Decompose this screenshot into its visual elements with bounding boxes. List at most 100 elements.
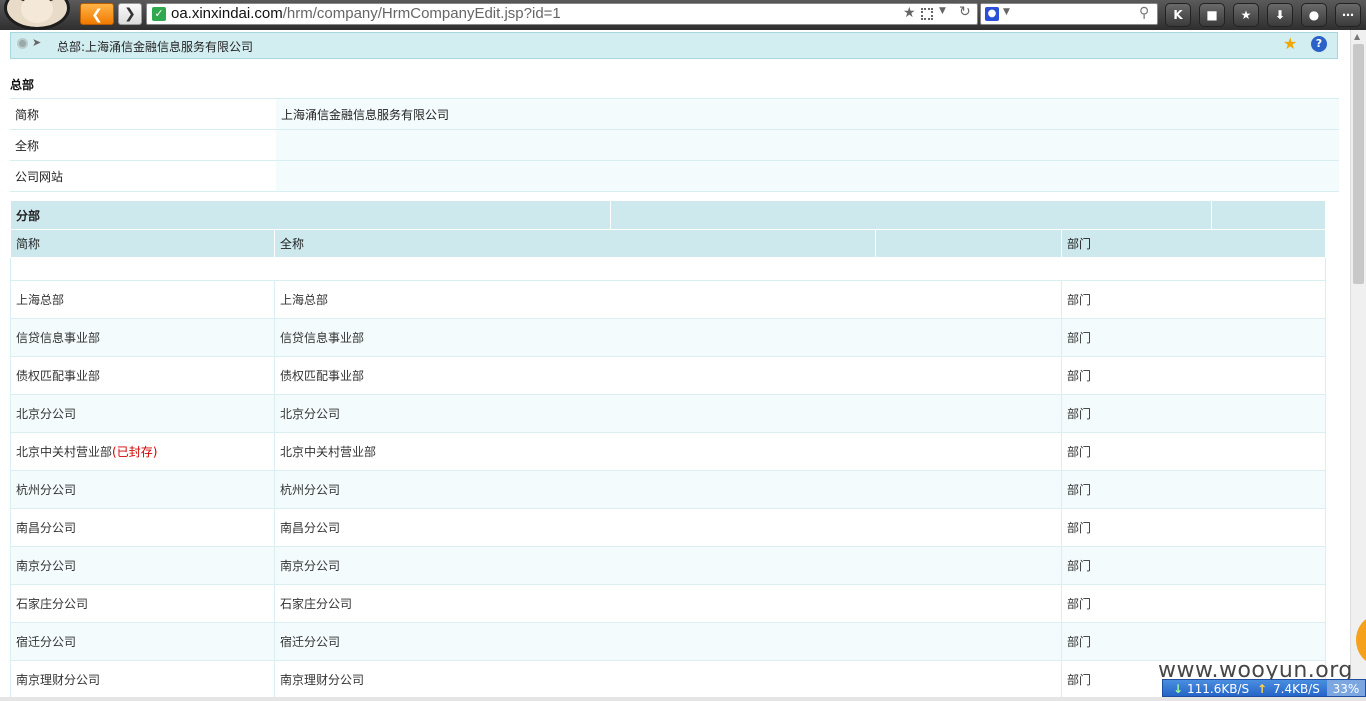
branch-short-name[interactable]: 北京分公司 [10,394,275,433]
menu-button[interactable]: ⋯ [1335,3,1361,27]
branch-dept-link[interactable]: 部门 [1061,622,1327,661]
upload-speed: 7.4KB/S [1273,682,1320,696]
branch-short-name[interactable]: 南京理财分公司 [10,660,275,699]
download-button[interactable]: ⬇ [1267,3,1293,27]
branch-short-name[interactable]: 债权匹配事业部 [10,356,275,395]
browser-toolbar: ❮ ❯ ✓ oa.xinxindai.com/hrm/company/HrmCo… [0,0,1366,30]
hq-field-value: 上海涌信金融信息服务有限公司 [276,98,1339,130]
branch-table: 分部 简称 全称 部门 上海总部 上海总部 部门 信贷信息事业部 信贷信息事业部 部门 债权… [9,200,1327,699]
branch-short-name[interactable]: 宿迁分公司 [10,622,275,661]
spacer-cell [9,257,1327,281]
chevron-down-icon[interactable]: ▼ [939,6,946,16]
branch-short-name[interactable]: 杭州分公司 [10,470,275,509]
branch-dept-link[interactable]: 部门 [1061,432,1327,471]
branch-short-name[interactable]: 信贷信息事业部 [10,318,275,357]
branch-short-name-text[interactable]: 上海总部 [16,293,64,307]
download-icon: ⬇ [1274,8,1286,22]
branch-short-name-text[interactable]: 债权匹配事业部 [16,369,100,383]
branch-short-name-text[interactable]: 信贷信息事业部 [16,331,100,345]
branch-column-header: 简称 全称 部门 [10,229,1327,258]
gear-icon[interactable] [17,38,28,49]
hq-field-label: 简称 [10,98,276,130]
branch-short-name[interactable]: 南京分公司 [10,546,275,585]
hq-field-label: 全称 [10,129,276,161]
branch-short-name-text[interactable]: 北京中关村营业部 [16,445,112,459]
chevron-down-icon[interactable]: ▼ [1003,7,1010,17]
vertical-scrollbar[interactable]: ▲ [1350,30,1366,701]
url-path: /hrm/company/HrmCompanyEdit.jsp?id=1 [282,5,561,22]
branch-short-name[interactable]: 石家庄分公司 [10,584,275,623]
branch-full-name: 南京理财分公司 [273,660,1063,699]
url-text[interactable]: oa.xinxindai.com/hrm/company/HrmCompanyE… [171,4,561,24]
bookmark-star-icon[interactable]: ★ [903,5,916,21]
branch-short-name[interactable]: 北京中关村营业部(已封存) [10,432,275,471]
branch-section-header: 分部 [9,200,1327,230]
col-header-short: 简称 [10,229,275,258]
refresh-icon[interactable]: ↻ [959,4,971,20]
branch-short-name-text[interactable]: 南昌分公司 [16,521,76,535]
header-cell [610,200,1213,230]
branch-dept-link[interactable]: 部门 [1061,470,1327,509]
branch-short-name-text[interactable]: 南京理财分公司 [16,673,100,687]
branch-dept-link[interactable]: 部门 [1061,394,1327,433]
address-bar[interactable]: ✓ oa.xinxindai.com/hrm/company/HrmCompan… [146,3,978,25]
help-icon[interactable]: ? [1311,36,1327,52]
branch-dept-link[interactable]: 部门 [1061,584,1327,623]
branch-row: 上海总部 上海总部 部门 [10,280,1327,319]
secure-check-icon: ✓ [152,7,166,21]
favorites-button[interactable]: ★ [1233,3,1259,27]
branch-short-name[interactable]: 南昌分公司 [10,508,275,547]
bottom-edge [0,697,1366,701]
chevron-right-icon: ❯ [124,6,136,22]
scroll-up-icon[interactable]: ▲ [1354,32,1360,41]
forward-button[interactable]: ❯ [118,3,142,25]
upload-arrow-icon: ↑ [1257,682,1268,696]
branch-full-name: 北京分公司 [273,394,1063,433]
header-cell [875,229,1063,258]
lock-button[interactable]: ■ [1199,3,1225,27]
hq-field-row: 简称 上海涌信金融信息服务有限公司 [10,98,1339,130]
branch-short-name-text[interactable]: 南京分公司 [16,559,76,573]
branch-short-name[interactable]: 上海总部 [10,280,275,319]
branch-short-name-text[interactable]: 石家庄分公司 [16,597,88,611]
gamepad-button[interactable]: ● [1301,3,1327,27]
favorite-star-icon[interactable]: ★ [1283,34,1297,53]
tools-icon[interactable]: ➤ [32,36,41,49]
download-speed: 111.6KB/S [1187,682,1250,696]
search-icon[interactable]: ⚲ [1139,5,1149,21]
branch-row: 南京理财分公司 南京理财分公司 部门 [10,660,1327,699]
col-header-dept: 部门 [1061,229,1327,258]
branch-dept-link[interactable]: 部门 [1061,280,1327,319]
scroll-thumb[interactable] [1353,44,1364,284]
branch-short-name-text[interactable]: 杭州分公司 [16,483,76,497]
extension-k-label: K [1173,8,1183,22]
branch-short-name-text[interactable]: 宿迁分公司 [16,635,76,649]
hq-section-title: 总部 [10,78,35,92]
branch-row: 南昌分公司 南昌分公司 部门 [10,508,1327,547]
page-title: 总部:上海涌信金融信息服务有限公司 [57,40,254,54]
extension-k-button[interactable]: K [1165,3,1191,27]
user-avatar[interactable] [4,0,70,30]
chevron-left-icon: ❮ [91,7,103,23]
branch-dept-link[interactable]: 部门 [1061,356,1327,395]
branch-dept-link[interactable]: 部门 [1061,546,1327,585]
branch-full-name: 信贷信息事业部 [273,318,1063,357]
back-button[interactable]: ❮ [80,3,114,25]
url-host: oa.xinxindai.com [171,5,283,22]
branch-row: 杭州分公司 杭州分公司 部门 [10,470,1327,509]
branch-full-name: 宿迁分公司 [273,622,1063,661]
search-engine-paw-icon[interactable]: ● [985,7,999,21]
qr-code-icon[interactable] [921,8,933,20]
hq-field-value [276,129,1339,161]
sealed-badge: (已封存) [112,445,158,459]
branch-dept-link[interactable]: 部门 [1061,318,1327,357]
more-icon: ⋯ [1342,8,1354,22]
branch-full-name: 石家庄分公司 [273,584,1063,623]
hq-info-table: 简称 上海涌信金融信息服务有限公司 全称 公司网站 [10,98,1339,192]
branch-full-name: 债权匹配事业部 [273,356,1063,395]
branch-row: 南京分公司 南京分公司 部门 [10,546,1327,585]
search-box[interactable]: ● ▼ ⚲ [980,3,1158,25]
gamepad-icon: ● [1308,8,1320,22]
branch-short-name-text[interactable]: 北京分公司 [16,407,76,421]
branch-dept-link[interactable]: 部门 [1061,508,1327,547]
